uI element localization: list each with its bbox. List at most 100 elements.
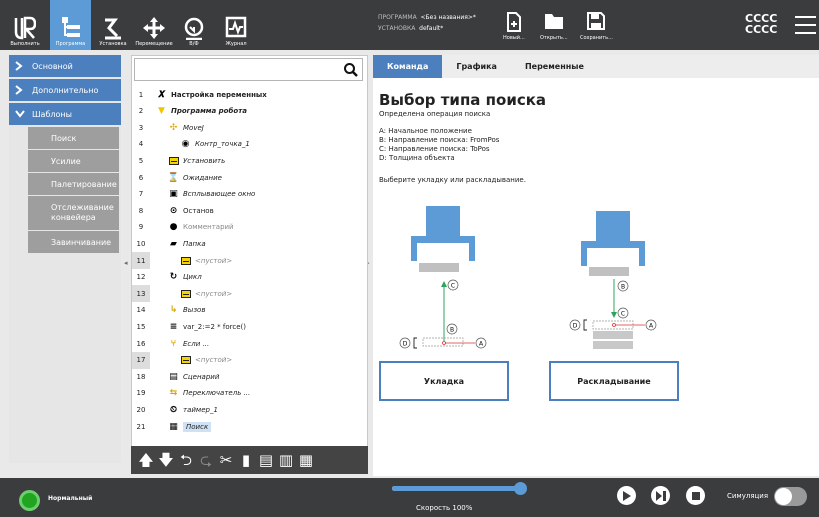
- sidebar: Основной Дополнительно Шаблоны Поиск Уси…: [9, 55, 121, 463]
- nav-move-button[interactable]: Перемещение: [134, 0, 174, 50]
- move-down-icon[interactable]: 🡇: [157, 451, 175, 469]
- empty-icon: [180, 288, 191, 299]
- tree-row[interactable]: 16 ⑂ Если ...: [132, 335, 367, 352]
- diagram-label-c: C: [451, 283, 455, 290]
- destack-button[interactable]: Раскладывание: [549, 361, 679, 401]
- sidebar-item-force[interactable]: Усилие: [28, 150, 119, 172]
- tree-row-label: Папка: [183, 239, 206, 248]
- command-panel: Команда Графика Переменные Выбор типа по…: [373, 55, 819, 476]
- nav-installation-label: Установка: [99, 41, 127, 47]
- tree-row[interactable]: 2 ▼ Программа робота: [132, 103, 367, 120]
- nav-io-label: В/Ф: [189, 41, 199, 47]
- tab-command[interactable]: Команда: [373, 55, 443, 78]
- line-number: 8: [138, 206, 144, 215]
- nav-program-button[interactable]: Программа: [50, 0, 91, 50]
- nav-installation-button[interactable]: Установка: [92, 0, 134, 50]
- call-icon: ↳: [169, 305, 178, 316]
- open-file-button[interactable]: Открыть...: [540, 12, 568, 41]
- hamburger-menu-icon[interactable]: [795, 16, 816, 34]
- program-name: <Без названия>*: [420, 14, 476, 21]
- undo-icon[interactable]: ⮌: [177, 451, 195, 469]
- info-line-c: C: Направление поиска: ToPos: [379, 145, 490, 153]
- tab-graphics[interactable]: Графика: [442, 55, 511, 78]
- waypoint-icon: ◉: [181, 139, 190, 150]
- tree-row[interactable]: 20 ⏲ таймер_1: [132, 401, 367, 418]
- sidebar-category-advanced[interactable]: Дополнительно: [9, 79, 121, 101]
- tree-row[interactable]: 12 ↻ Цикл: [132, 269, 367, 286]
- sidebar-item-palletizing[interactable]: Палетирование: [28, 173, 119, 195]
- tree-row[interactable]: 8 ⊙ Останов: [132, 202, 367, 219]
- tree-row[interactable]: 14 ↳ Вызов: [132, 302, 367, 319]
- io-icon: [184, 17, 204, 40]
- copy-icon[interactable]: ▮: [237, 451, 255, 469]
- speed-slider[interactable]: [392, 482, 527, 495]
- tree-row[interactable]: 15 ≡ var_2:=2 * force(): [132, 318, 367, 335]
- tree-row[interactable]: 1 𝑿 Настройка переменных: [132, 86, 367, 103]
- diagram-label-b: B: [621, 284, 625, 291]
- search-icon[interactable]: [344, 63, 358, 77]
- tree-search-input[interactable]: [134, 58, 363, 81]
- robot-status-indicator[interactable]: [19, 490, 40, 511]
- tree-row[interactable]: 4 ◉ Контр_точка_1: [132, 136, 367, 153]
- tab-variables[interactable]: Переменные: [511, 55, 598, 78]
- tree-row[interactable]: 6 ⌛ Ожидание: [132, 169, 367, 186]
- simulation-toggle[interactable]: [774, 487, 807, 506]
- tree-row-label: Вызов: [183, 306, 206, 315]
- line-number: 17: [132, 351, 150, 369]
- redo-icon[interactable]: ⮎: [197, 451, 215, 469]
- program-tree: 1 𝑿 Настройка переменных 2 ▼ Программа робота…: [131, 55, 368, 447]
- nav-io-button[interactable]: В/Ф: [176, 0, 212, 50]
- loop-icon: ↻: [169, 272, 178, 283]
- line-number: 19: [136, 389, 146, 398]
- cut-icon[interactable]: ✂: [217, 451, 235, 469]
- diagram-label-d: D: [573, 323, 578, 330]
- step-button[interactable]: [651, 486, 670, 505]
- delete-icon[interactable]: ▥: [277, 451, 295, 469]
- tree-row[interactable]: 11 <пустой>: [132, 252, 367, 269]
- diagram-label-c: C: [621, 311, 625, 318]
- new-file-icon: [506, 12, 521, 32]
- line-number: 15: [136, 322, 146, 331]
- tree-row[interactable]: 19 ⇆ Переключатель ...: [132, 385, 367, 402]
- speed-slider-knob[interactable]: [514, 482, 527, 495]
- tree-row[interactable]: 7 ▣ Всплывающее окно: [132, 186, 367, 203]
- tab-bar: Команда Графика Переменные: [373, 55, 819, 78]
- sidebar-category-templates[interactable]: Шаблоны: [9, 103, 121, 125]
- sidebar-item-screwdriving[interactable]: Завинчивание: [28, 231, 119, 253]
- search-node-icon: ▦: [169, 421, 178, 432]
- move-up-icon[interactable]: 🡅: [137, 451, 155, 469]
- diagram-label-b: B: [450, 327, 454, 334]
- tree-row[interactable]: 10 ▰ Папка: [132, 235, 367, 252]
- line-number: 1: [138, 90, 144, 99]
- sidebar-item-search[interactable]: Поиск: [28, 127, 119, 149]
- tree-row[interactable]: 3 ✣ MoveJ: [132, 119, 367, 136]
- play-button[interactable]: [617, 486, 636, 505]
- tree-row[interactable]: 21 ▦ Поиск: [132, 418, 367, 435]
- assignment-icon: ≡: [169, 321, 178, 332]
- sidebar-item-conveyor-tracking[interactable]: Отслеживание конвейера: [28, 196, 119, 230]
- tree-row[interactable]: 9 ● Комментарий: [132, 219, 367, 236]
- tree-row[interactable]: 17 <пустой>: [132, 351, 367, 369]
- new-file-button[interactable]: Новый...: [503, 12, 525, 41]
- page-subtitle: Определена операция поиска: [379, 110, 491, 118]
- line-number: 16: [136, 339, 146, 348]
- speed-label: Скорость 100%: [416, 504, 473, 512]
- set-icon: [168, 155, 179, 166]
- stop-button[interactable]: [686, 486, 705, 505]
- tree-row-label: Останов: [183, 206, 214, 215]
- tree-row[interactable]: 18 ▤ Сценарий: [132, 368, 367, 385]
- stack-button[interactable]: Укладка: [379, 361, 509, 401]
- play-icon: [623, 490, 631, 501]
- save-file-button[interactable]: Сохранить...: [580, 12, 613, 41]
- paste-icon[interactable]: ▤: [257, 451, 275, 469]
- choose-instruction: Выберите укладку или раскладывание.: [379, 176, 526, 184]
- sidebar-category-basic[interactable]: Основной: [9, 55, 121, 77]
- ur-logo-button[interactable]: Выполнить: [0, 0, 50, 50]
- nav-log-button[interactable]: Журнал: [216, 0, 256, 50]
- tree-row-label: <пустой>: [195, 289, 233, 298]
- tree-row-label: Комментарий: [183, 223, 234, 232]
- tree-row[interactable]: 5 Установить: [132, 152, 367, 169]
- tree-row[interactable]: 13 <пустой>: [132, 285, 367, 303]
- suppress-icon[interactable]: ▦: [297, 451, 315, 469]
- destacking-diagram: B C A D: [569, 211, 657, 349]
